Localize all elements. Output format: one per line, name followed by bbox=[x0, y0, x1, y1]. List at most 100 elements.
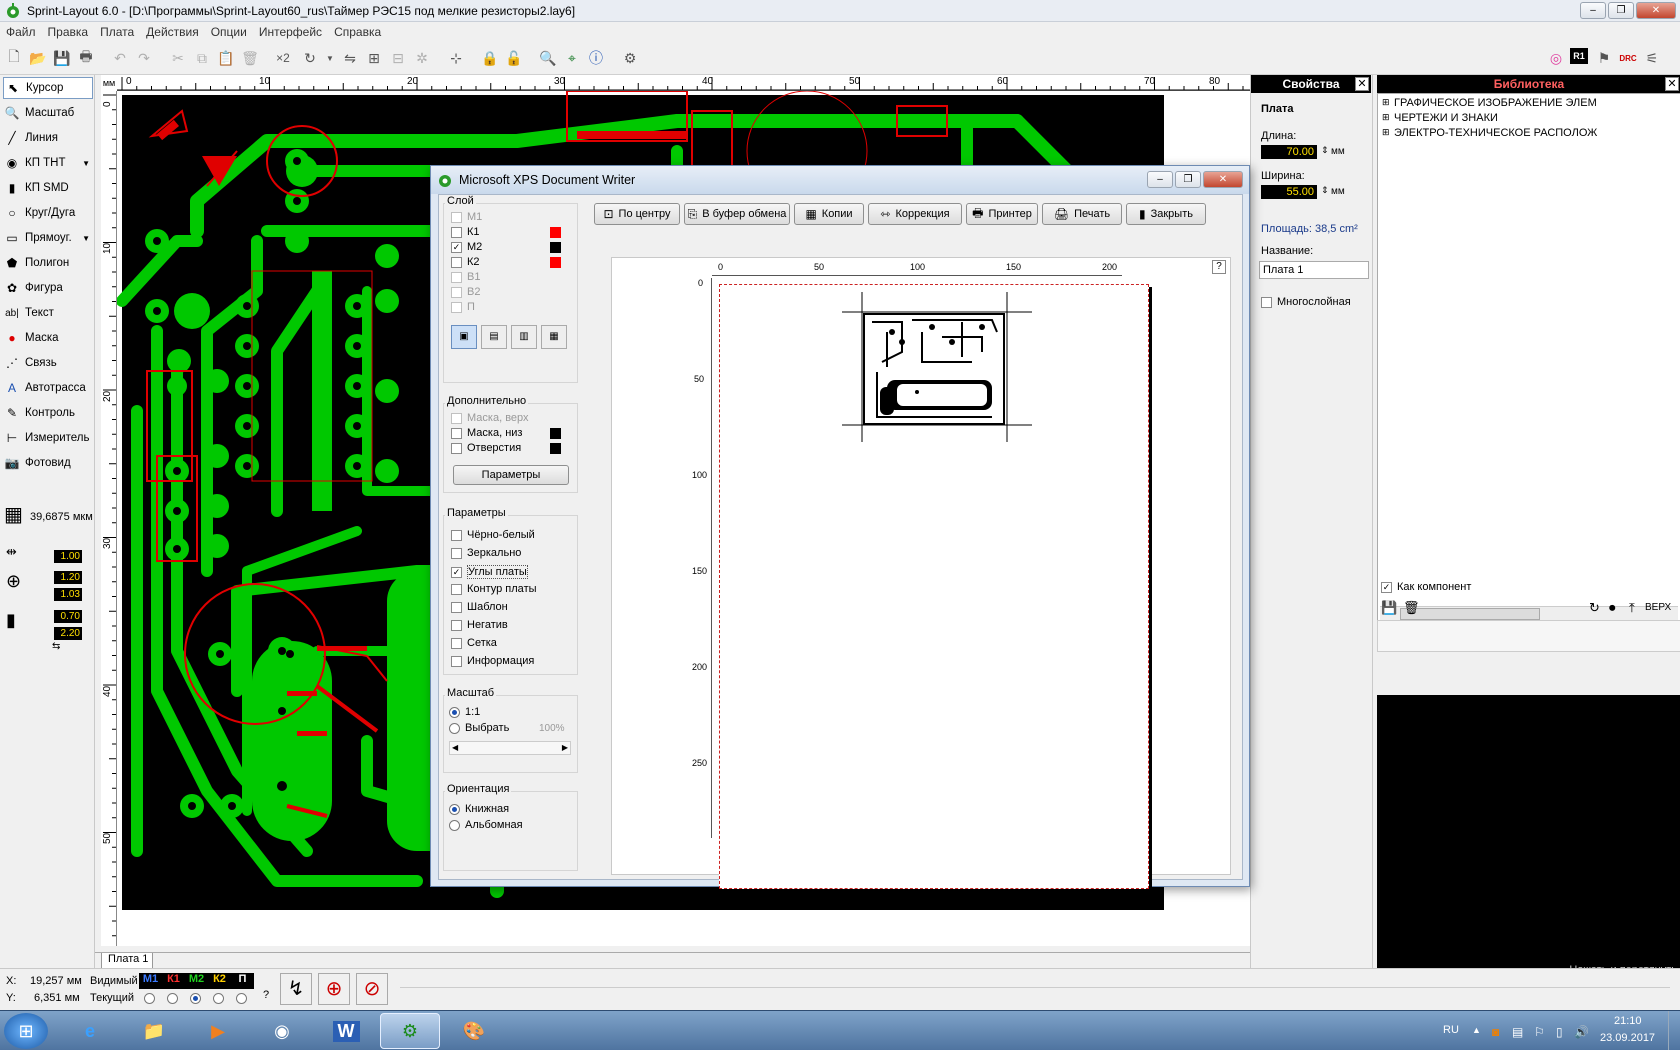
pad-inner-field[interactable]: 1.03 bbox=[54, 588, 82, 601]
start-button[interactable]: ⊞ bbox=[4, 1013, 48, 1049]
printer-button[interactable]: 🖶 Принтер bbox=[966, 203, 1038, 225]
rotate-dropdown-icon[interactable]: ▼ bbox=[320, 48, 340, 68]
template-checkbox[interactable]: Шаблон bbox=[451, 601, 508, 613]
tool-polygon[interactable]: ⬟ Полигон bbox=[3, 252, 93, 274]
layer-b1-checkbox[interactable]: В1 bbox=[451, 271, 480, 283]
tray-expand-icon[interactable]: ▲ bbox=[1472, 1025, 1481, 1035]
copy-icon[interactable]: ⧉ bbox=[192, 48, 212, 68]
ruler-check-icon[interactable]: ⚑ bbox=[1594, 48, 1614, 68]
tool-tht-pad[interactable]: ◉ КП THT ▼ bbox=[3, 152, 93, 174]
board-corners-checkbox[interactable]: ✓ Углы платы bbox=[451, 565, 528, 579]
show-desktop-button[interactable] bbox=[1668, 1011, 1680, 1050]
holes-color[interactable] bbox=[550, 443, 561, 454]
print-mode-2-icon[interactable]: ▤ bbox=[481, 325, 507, 349]
paste-icon[interactable]: 📋 bbox=[216, 48, 236, 68]
menu-board[interactable]: Плата bbox=[100, 25, 134, 39]
scale-custom-radio[interactable]: Выбрать bbox=[449, 722, 509, 734]
smd-height-field[interactable]: 2.20 bbox=[54, 627, 82, 640]
checkbox-box[interactable] bbox=[1261, 296, 1272, 308]
minimize-button[interactable]: – bbox=[1580, 2, 1606, 19]
print-button[interactable]: 🖨 Печать bbox=[1042, 203, 1122, 225]
name-field[interactable]: Плата 1 bbox=[1259, 261, 1369, 279]
close-icon[interactable]: ✕ bbox=[1665, 77, 1679, 91]
bw-checkbox[interactable]: Чёрно-белый bbox=[451, 529, 535, 541]
settings-icon[interactable]: ⚙ bbox=[620, 48, 640, 68]
expand-icon[interactable]: ⊞ bbox=[1382, 97, 1390, 108]
network-icon[interactable]: ▤ bbox=[1512, 1025, 1523, 1039]
length-spin-icon[interactable]: ⇕ bbox=[1321, 145, 1329, 156]
grid-value[interactable]: 39,6875 мкм bbox=[30, 511, 93, 523]
upload-icon[interactable]: ⤒ bbox=[1629, 600, 1635, 616]
menu-help[interactable]: Справка bbox=[334, 25, 381, 39]
scanner-icon[interactable]: ⌖ bbox=[562, 48, 582, 68]
battery-icon[interactable]: ▯ bbox=[1556, 1025, 1563, 1039]
dialog-maximize-button[interactable]: ❐ bbox=[1175, 171, 1201, 188]
width-field[interactable]: 55.00 bbox=[1261, 185, 1317, 199]
duplicate-x2-button[interactable]: ×2 bbox=[270, 48, 296, 68]
mask-bottom-color[interactable] bbox=[550, 428, 561, 439]
clock-time[interactable]: 21:10 bbox=[1614, 1015, 1642, 1027]
ungroup-icon[interactable]: ✲ bbox=[412, 48, 432, 68]
width-spin-icon[interactable]: ⇕ bbox=[1321, 185, 1329, 196]
layer-k2-color[interactable] bbox=[550, 257, 561, 268]
help-button[interactable]: ? bbox=[1212, 260, 1226, 274]
negative-checkbox[interactable]: Негатив bbox=[451, 619, 508, 631]
cut-icon[interactable]: ✂ bbox=[168, 48, 188, 68]
center-button[interactable]: ⊡ По центру bbox=[594, 203, 680, 225]
language-indicator[interactable]: RU bbox=[1443, 1024, 1459, 1036]
menu-interface[interactable]: Интерфейс bbox=[259, 25, 322, 39]
close-button[interactable]: ✕ bbox=[1636, 2, 1676, 19]
grid-checkbox[interactable]: Сетка bbox=[451, 637, 497, 649]
mirror-icon[interactable]: ⇋ bbox=[340, 48, 360, 68]
checkbox-box[interactable]: ✓ bbox=[1381, 581, 1392, 593]
expand-icon[interactable]: ⊞ bbox=[1382, 127, 1390, 138]
undo-icon[interactable]: ↶ bbox=[110, 48, 130, 68]
current-layer-m2[interactable] bbox=[190, 993, 206, 1004]
redo-icon[interactable]: ↷ bbox=[134, 48, 154, 68]
open-file-icon[interactable]: 📂 bbox=[28, 48, 48, 68]
tool-cursor[interactable]: ⬉ Курсор bbox=[3, 77, 93, 99]
tool-shape[interactable]: ✿ Фигура bbox=[3, 277, 93, 299]
landscape-radio[interactable]: Альбомная bbox=[449, 819, 523, 831]
dialog-minimize-button[interactable]: – bbox=[1147, 171, 1173, 188]
tool-mask[interactable]: ● Маска bbox=[3, 327, 93, 349]
layer-b2-checkbox[interactable]: В2 bbox=[451, 286, 480, 298]
tool-autoroute[interactable]: A Автотрасса bbox=[3, 377, 93, 399]
info-icon[interactable]: ⓘ bbox=[586, 48, 606, 68]
maximize-button[interactable]: ❐ bbox=[1608, 2, 1634, 19]
tool-text[interactable]: ab| Текст bbox=[3, 302, 93, 324]
flag-icon[interactable]: ⚐ bbox=[1534, 1025, 1545, 1039]
print-mode-1-icon[interactable]: ▣ bbox=[451, 325, 477, 349]
holes-checkbox[interactable]: Отверстия bbox=[451, 442, 521, 454]
rotate-icon[interactable]: ↻ bbox=[1589, 600, 1600, 616]
new-file-icon[interactable]: 🗋 bbox=[4, 48, 24, 68]
menu-edit[interactable]: Правка bbox=[48, 25, 89, 39]
close-dialog-button[interactable]: ▮ Закрыть bbox=[1126, 203, 1206, 225]
tool-measure[interactable]: ⊢ Измеритель bbox=[3, 427, 93, 449]
taskbar-sprint-layout[interactable]: ⚙ bbox=[380, 1013, 440, 1049]
library-item[interactable]: ⊞ ЭЛЕКТРО-ТЕХНИЧЕСКОЕ РАСПОЛОЖ bbox=[1382, 127, 1597, 139]
pad-outer-field[interactable]: 1.20 bbox=[54, 571, 82, 584]
correction-button[interactable]: ⇿ Коррекция bbox=[868, 203, 962, 225]
info-checkbox[interactable]: Информация bbox=[451, 655, 534, 667]
parameters-button[interactable]: Параметры bbox=[453, 465, 569, 485]
current-layer-p[interactable] bbox=[236, 993, 252, 1004]
tab-board-1[interactable]: Плата 1 bbox=[101, 953, 153, 969]
scroll-thumb[interactable] bbox=[1400, 608, 1540, 620]
record-icon[interactable]: ⏺ bbox=[1609, 600, 1616, 616]
tool-connection[interactable]: ⋰ Связь bbox=[3, 352, 93, 374]
menu-options[interactable]: Опции bbox=[211, 25, 247, 39]
save-icon[interactable]: 💾 bbox=[52, 48, 72, 68]
track-width-field[interactable]: 1.00 bbox=[54, 550, 82, 563]
tool-zoom[interactable]: 🔍 Масштаб bbox=[3, 102, 93, 124]
delete-icon[interactable]: 🗑 bbox=[240, 48, 260, 68]
length-field[interactable]: 70.00 bbox=[1261, 145, 1317, 159]
delete-icon[interactable]: 🗑 bbox=[1403, 600, 1420, 616]
copies-button[interactable]: ▦ Копии bbox=[794, 203, 864, 225]
zoom-search-icon[interactable]: 🔍 bbox=[538, 48, 558, 68]
taskbar-media[interactable]: ▶ bbox=[188, 1013, 248, 1049]
layer-m2-color[interactable] bbox=[550, 242, 561, 253]
current-layer-m1[interactable] bbox=[144, 993, 160, 1004]
print-preview[interactable]: ? 0 50 100 150 200 0 50 100 150 200 250 bbox=[611, 257, 1231, 889]
no-rubberband-icon[interactable]: ⊘ bbox=[356, 973, 388, 1005]
